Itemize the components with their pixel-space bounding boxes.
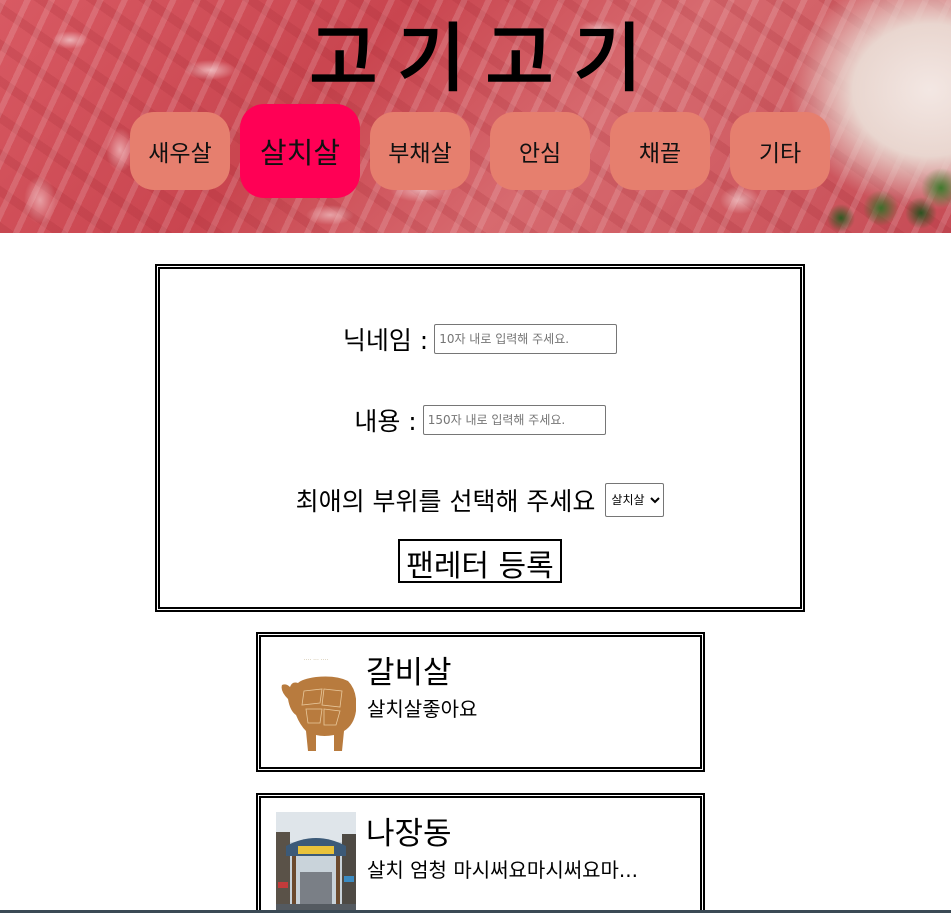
fan-letter-card[interactable]: 나장동 살치 엄청 마시써요마시써요마... [256, 793, 705, 913]
market-street-photo [276, 812, 356, 913]
cow-cuts-icon: ···· ··· ···· [276, 651, 356, 759]
card-content: 살치살좋아요 [367, 697, 478, 721]
nav-button-buchaesal[interactable]: 부채살 [370, 112, 470, 190]
svg-text:···· ··· ····: ···· ··· ···· [304, 657, 329, 664]
nickname-row: 닉네임 : [160, 319, 800, 359]
nav-button-saeusal[interactable]: 새우살 [130, 112, 230, 190]
nav-button-gita[interactable]: 기타 [730, 112, 830, 190]
nav-button-salchisal[interactable]: 살치살 [240, 104, 360, 198]
fan-letter-card[interactable]: ···· ··· ···· 갈비살 살치살좋아요 [256, 632, 705, 772]
submit-fan-letter-button[interactable]: 팬레터 등록 [398, 539, 562, 584]
content-label: 내용 : [354, 407, 417, 436]
nav-button-ansim[interactable]: 안심 [490, 112, 590, 190]
favorite-cut-label: 최애의 부위를 선택해 주세요 [295, 487, 596, 516]
favorite-cut-select[interactable]: 살치살 [605, 483, 665, 517]
card-nickname: 갈비살 [366, 655, 452, 691]
category-nav: 새우살 살치살 부채살 안심 채끝 기타 [0, 0, 951, 233]
content-input[interactable] [422, 405, 606, 435]
nickname-label: 닉네임 : [342, 326, 429, 355]
card-content: 살치 엄청 마시써요마시써요마... [367, 858, 638, 882]
card-nickname: 나장동 [366, 816, 452, 852]
fan-letter-form: 닉네임 : 내용 : 최애의 부위를 선택해 주세요 살치살 팬레터 등록 [155, 264, 805, 612]
nickname-input[interactable] [434, 324, 618, 354]
content-row: 내용 : [160, 400, 800, 440]
nav-button-chaekkeut[interactable]: 채끝 [610, 112, 710, 190]
select-row: 최애의 부위를 선택해 주세요 살치살 [160, 480, 800, 520]
submit-row: 팬레터 등록 [160, 537, 800, 585]
